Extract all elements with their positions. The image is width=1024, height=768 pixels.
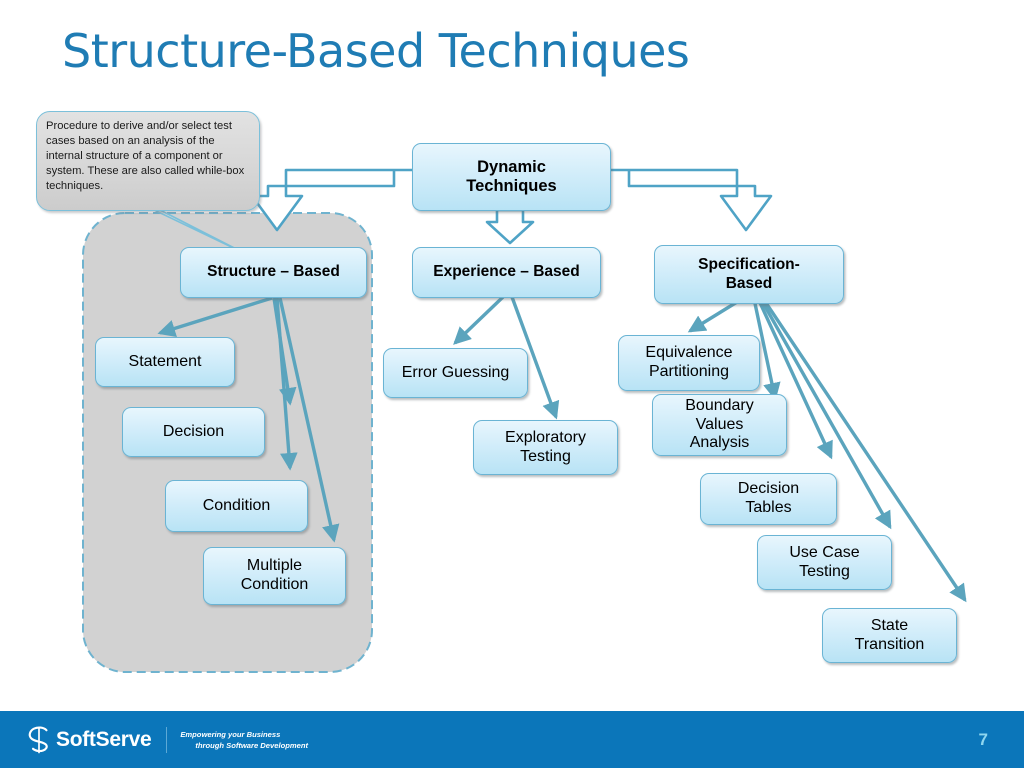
node-dynamic-techniques[interactable]: Dynamic Techniques	[412, 143, 611, 211]
logo-divider	[166, 727, 168, 753]
node-use-case-testing-line2: Testing	[799, 562, 850, 580]
node-boundary-values-analysis-line3: Analysis	[689, 434, 750, 452]
page-number: 7	[978, 730, 988, 749]
slide-canvas: Structure-Based Techniques Procedure to …	[0, 0, 1024, 768]
node-dynamic-techniques-line2: Techniques	[466, 177, 557, 195]
node-statement[interactable]: Statement	[95, 337, 235, 387]
node-equivalence-partitioning[interactable]: Equivalence Partitioning	[618, 335, 760, 391]
brand-tagline: Empowering your Business through Softwar…	[180, 729, 308, 751]
node-state-transition[interactable]: State Transition	[822, 608, 957, 663]
block-arrow-to-structure	[251, 173, 412, 231]
node-decision-tables[interactable]: Decision Tables	[700, 473, 837, 525]
node-state-transition-line2: Transition	[854, 635, 925, 653]
node-use-case-testing[interactable]: Use Case Testing	[757, 535, 892, 590]
brand-name: SoftServe	[56, 728, 152, 751]
note-line-1: Procedure to derive and/or	[46, 120, 179, 132]
brand-logo: SoftServe Empowering your Business throu…	[26, 724, 308, 756]
node-exploratory-testing[interactable]: Exploratory Testing	[473, 420, 618, 475]
node-decision-tables-line2: Tables	[745, 499, 792, 516]
node-equivalence-partitioning-line2: Partitioning	[648, 363, 730, 380]
note-line-5: are also called while-box	[121, 164, 245, 177]
node-error-guessing[interactable]: Error Guessing	[383, 348, 528, 398]
node-boundary-values-analysis-line2: Values	[695, 415, 744, 433]
definition-note: Procedure to derive and/or select test c…	[36, 111, 260, 211]
arrow-structure-decision	[272, 297, 297, 406]
node-use-case-testing-line1: Use Case	[789, 543, 860, 561]
node-decision[interactable]: Decision	[122, 407, 265, 457]
block-arrow-to-specification-outline	[611, 168, 773, 232]
node-specification-based[interactable]: Specification- Based	[654, 245, 844, 304]
softserve-s-mark-icon	[28, 726, 48, 754]
node-multiple-condition-line2: Condition	[240, 576, 309, 593]
node-exploratory-testing-line2: Testing	[520, 447, 571, 465]
arrow-experience-errorguessing	[453, 295, 505, 345]
arrow-structure-condition	[275, 297, 298, 471]
arrow-structure-statement	[157, 296, 273, 337]
node-boundary-values-analysis[interactable]: Boundary Values Analysis	[652, 394, 787, 456]
tagline-line-1: Empowering your Business	[180, 730, 281, 739]
node-condition[interactable]: Condition	[165, 480, 308, 532]
page-title: Structure-Based Techniques	[62, 24, 690, 78]
node-dynamic-techniques-line1: Dynamic	[477, 157, 546, 176]
tagline-line-2: through Software Development	[195, 741, 308, 750]
node-exploratory-testing-line1: Exploratory	[505, 428, 586, 446]
node-experience-based[interactable]: Experience – Based	[412, 247, 601, 298]
node-multiple-condition-line1: Multiple	[246, 557, 303, 575]
node-structure-based[interactable]: Structure – Based	[180, 247, 367, 298]
node-structure-based-line1: Structure – Based	[207, 263, 340, 281]
block-arrow-to-experience	[485, 208, 535, 245]
node-multiple-condition[interactable]: Multiple Condition	[203, 547, 346, 605]
node-experience-based-line1: Experience – Based	[433, 263, 580, 281]
node-error-guessing-label: Error Guessing	[401, 363, 510, 381]
node-state-transition-line1: State	[870, 616, 909, 634]
node-decision-tables-line1: Decision	[737, 480, 800, 498]
node-specification-based-line1: Specification-	[698, 256, 800, 274]
node-equivalence-partitioning-line1: Equivalence	[645, 344, 733, 362]
node-statement-label: Statement	[128, 352, 202, 370]
node-boundary-values-analysis-line1: Boundary	[685, 396, 754, 414]
note-line-6: techniques.	[46, 179, 104, 192]
node-condition-label: Condition	[202, 496, 271, 514]
node-specification-based-line2: Based	[725, 274, 773, 292]
block-arrow-to-structure-outline	[250, 168, 412, 232]
node-decision-label: Decision	[162, 422, 225, 440]
footer-bar: SoftServe Empowering your Business throu…	[0, 711, 1024, 768]
